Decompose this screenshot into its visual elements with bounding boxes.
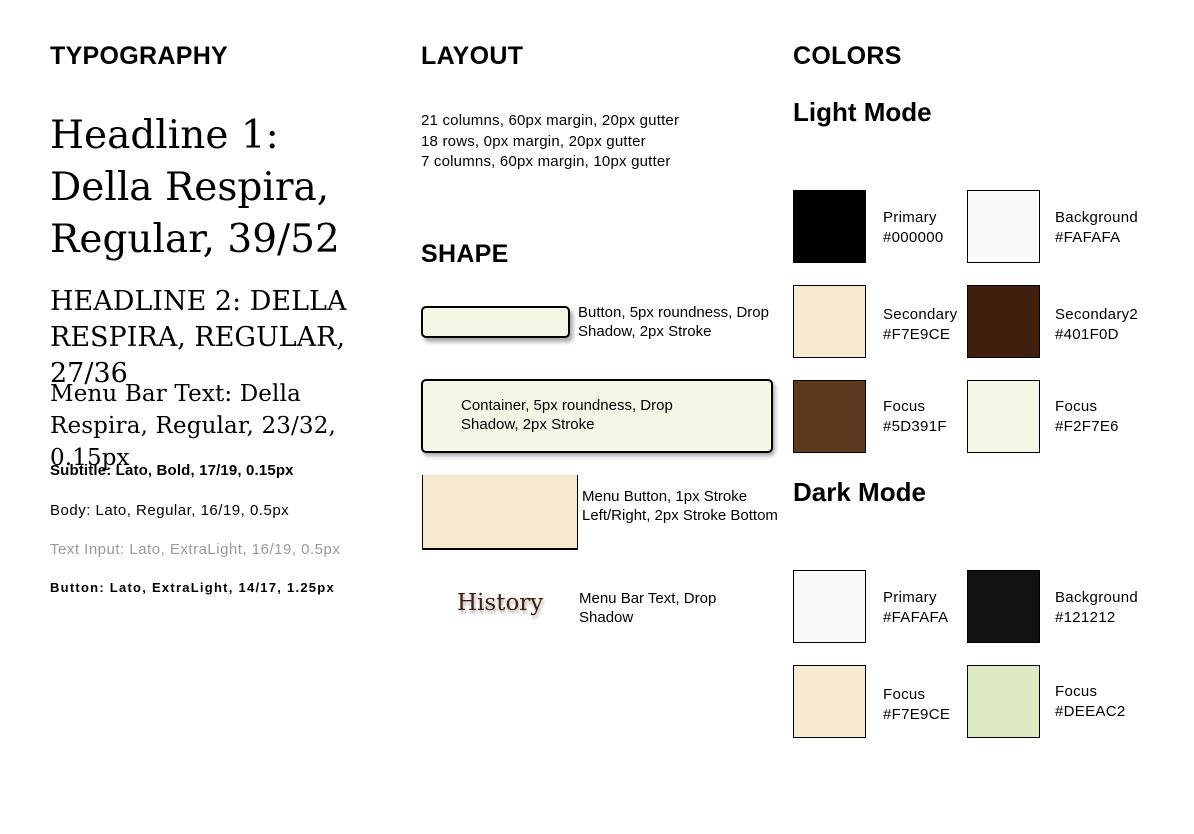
color-swatch-label: Secondary2 #401F0D — [1055, 305, 1138, 345]
color-swatch — [967, 380, 1040, 453]
color-swatch-label: Background #121212 — [1055, 588, 1138, 628]
layout-title: LAYOUT — [421, 42, 524, 70]
typography-title: TYPOGRAPHY — [50, 42, 229, 70]
container-shape-label: Container, 5px roundness, Drop Shadow, 2… — [461, 397, 673, 433]
color-swatch — [967, 190, 1040, 263]
color-swatch-label: Secondary #F7E9CE — [883, 305, 957, 345]
color-swatch — [793, 380, 866, 453]
color-name: Secondary — [883, 306, 958, 323]
color-hex: #401F0D — [1055, 326, 1119, 343]
color-hex: #FAFAFA — [1055, 229, 1121, 246]
shape-title: SHAPE — [421, 240, 509, 268]
menu-bar-text-label: Menu Bar Text, Drop Shadow — [579, 590, 717, 626]
button-text-sample: Button: Lato, ExtraLight, 14/17, 1.25px — [50, 580, 335, 595]
text-input-sample: Text Input: Lato, ExtraLight, 16/19, 0.5… — [50, 541, 341, 558]
menu-button-shape-label: Menu Button, 1px Stroke Left/Right, 2px … — [582, 488, 778, 524]
color-swatch — [967, 285, 1040, 358]
color-hex: #DEEAC2 — [1055, 703, 1126, 720]
color-name: Focus — [1055, 683, 1098, 700]
layout-spec-line: 18 rows, 0px margin, 20px gutter — [421, 132, 646, 150]
color-swatch — [793, 190, 866, 263]
color-swatch — [967, 665, 1040, 738]
color-name: Primary — [883, 209, 937, 226]
color-swatch — [967, 570, 1040, 643]
color-hex: #5D391F — [883, 418, 947, 435]
color-hex: #000000 — [883, 229, 944, 246]
menubar-text-sample: Menu Bar Text: Della Respira, Regular, 2… — [50, 381, 336, 471]
color-swatch-label: Focus #F2F7E6 — [1055, 397, 1119, 437]
color-hex: #FAFAFA — [883, 609, 949, 626]
menu-bar-text-sample: History — [457, 590, 544, 616]
color-name: Focus — [883, 398, 926, 415]
body-sample: Body: Lato, Regular, 16/19, 0.5px — [50, 502, 290, 519]
menu-button-shape-sample — [422, 475, 578, 550]
color-name: Secondary2 — [1055, 306, 1139, 323]
color-name: Primary — [883, 589, 937, 606]
layout-spec-line: 21 columns, 60px margin, 20px gutter — [421, 112, 680, 129]
color-swatch-label: Background #FAFAFA — [1055, 208, 1138, 248]
layout-spec-line: 7 columns, 60px margin, 10px gutter — [421, 153, 671, 170]
color-name: Focus — [1055, 398, 1098, 415]
headline1-sample: Headline 1: Della Respira, Regular, 39/5… — [50, 113, 340, 262]
light-mode-title: Light Mode — [793, 97, 932, 127]
color-hex: #121212 — [1055, 609, 1116, 626]
container-shape-sample: Container, 5px roundness, Drop Shadow, 2… — [421, 379, 773, 453]
color-swatch — [793, 665, 866, 738]
color-swatch — [793, 570, 866, 643]
color-swatch — [793, 285, 866, 358]
layout-specs: 21 columns, 60px margin, 20px gutter 18 … — [421, 111, 679, 173]
color-hex: #F2F7E6 — [1055, 418, 1119, 435]
color-name: Focus — [883, 686, 926, 703]
dark-mode-title: Dark Mode — [793, 477, 926, 507]
color-name: Background — [1055, 589, 1139, 606]
color-hex: #F7E9CE — [883, 326, 951, 343]
color-swatch-label: Focus #F7E9CE — [883, 685, 950, 725]
color-swatch-label: Primary #FAFAFA — [883, 588, 948, 628]
color-hex: #F7E9CE — [883, 706, 951, 723]
colors-title: COLORS — [793, 42, 902, 70]
button-shape-sample — [421, 306, 570, 338]
color-swatch-label: Focus #5D391F — [883, 397, 947, 437]
button-shape-label: Button, 5px roundness, Drop Shadow, 2px … — [578, 304, 769, 340]
color-swatch-label: Focus #DEEAC2 — [1055, 682, 1125, 722]
subtitle-sample: Subtitle: Lato, Bold, 17/19, 0.15px — [50, 462, 294, 479]
color-name: Background — [1055, 209, 1139, 226]
headline2-sample: Headline 2: Della Respira, Regular, 27/3… — [50, 286, 347, 389]
color-swatch-label: Primary #000000 — [883, 208, 944, 248]
